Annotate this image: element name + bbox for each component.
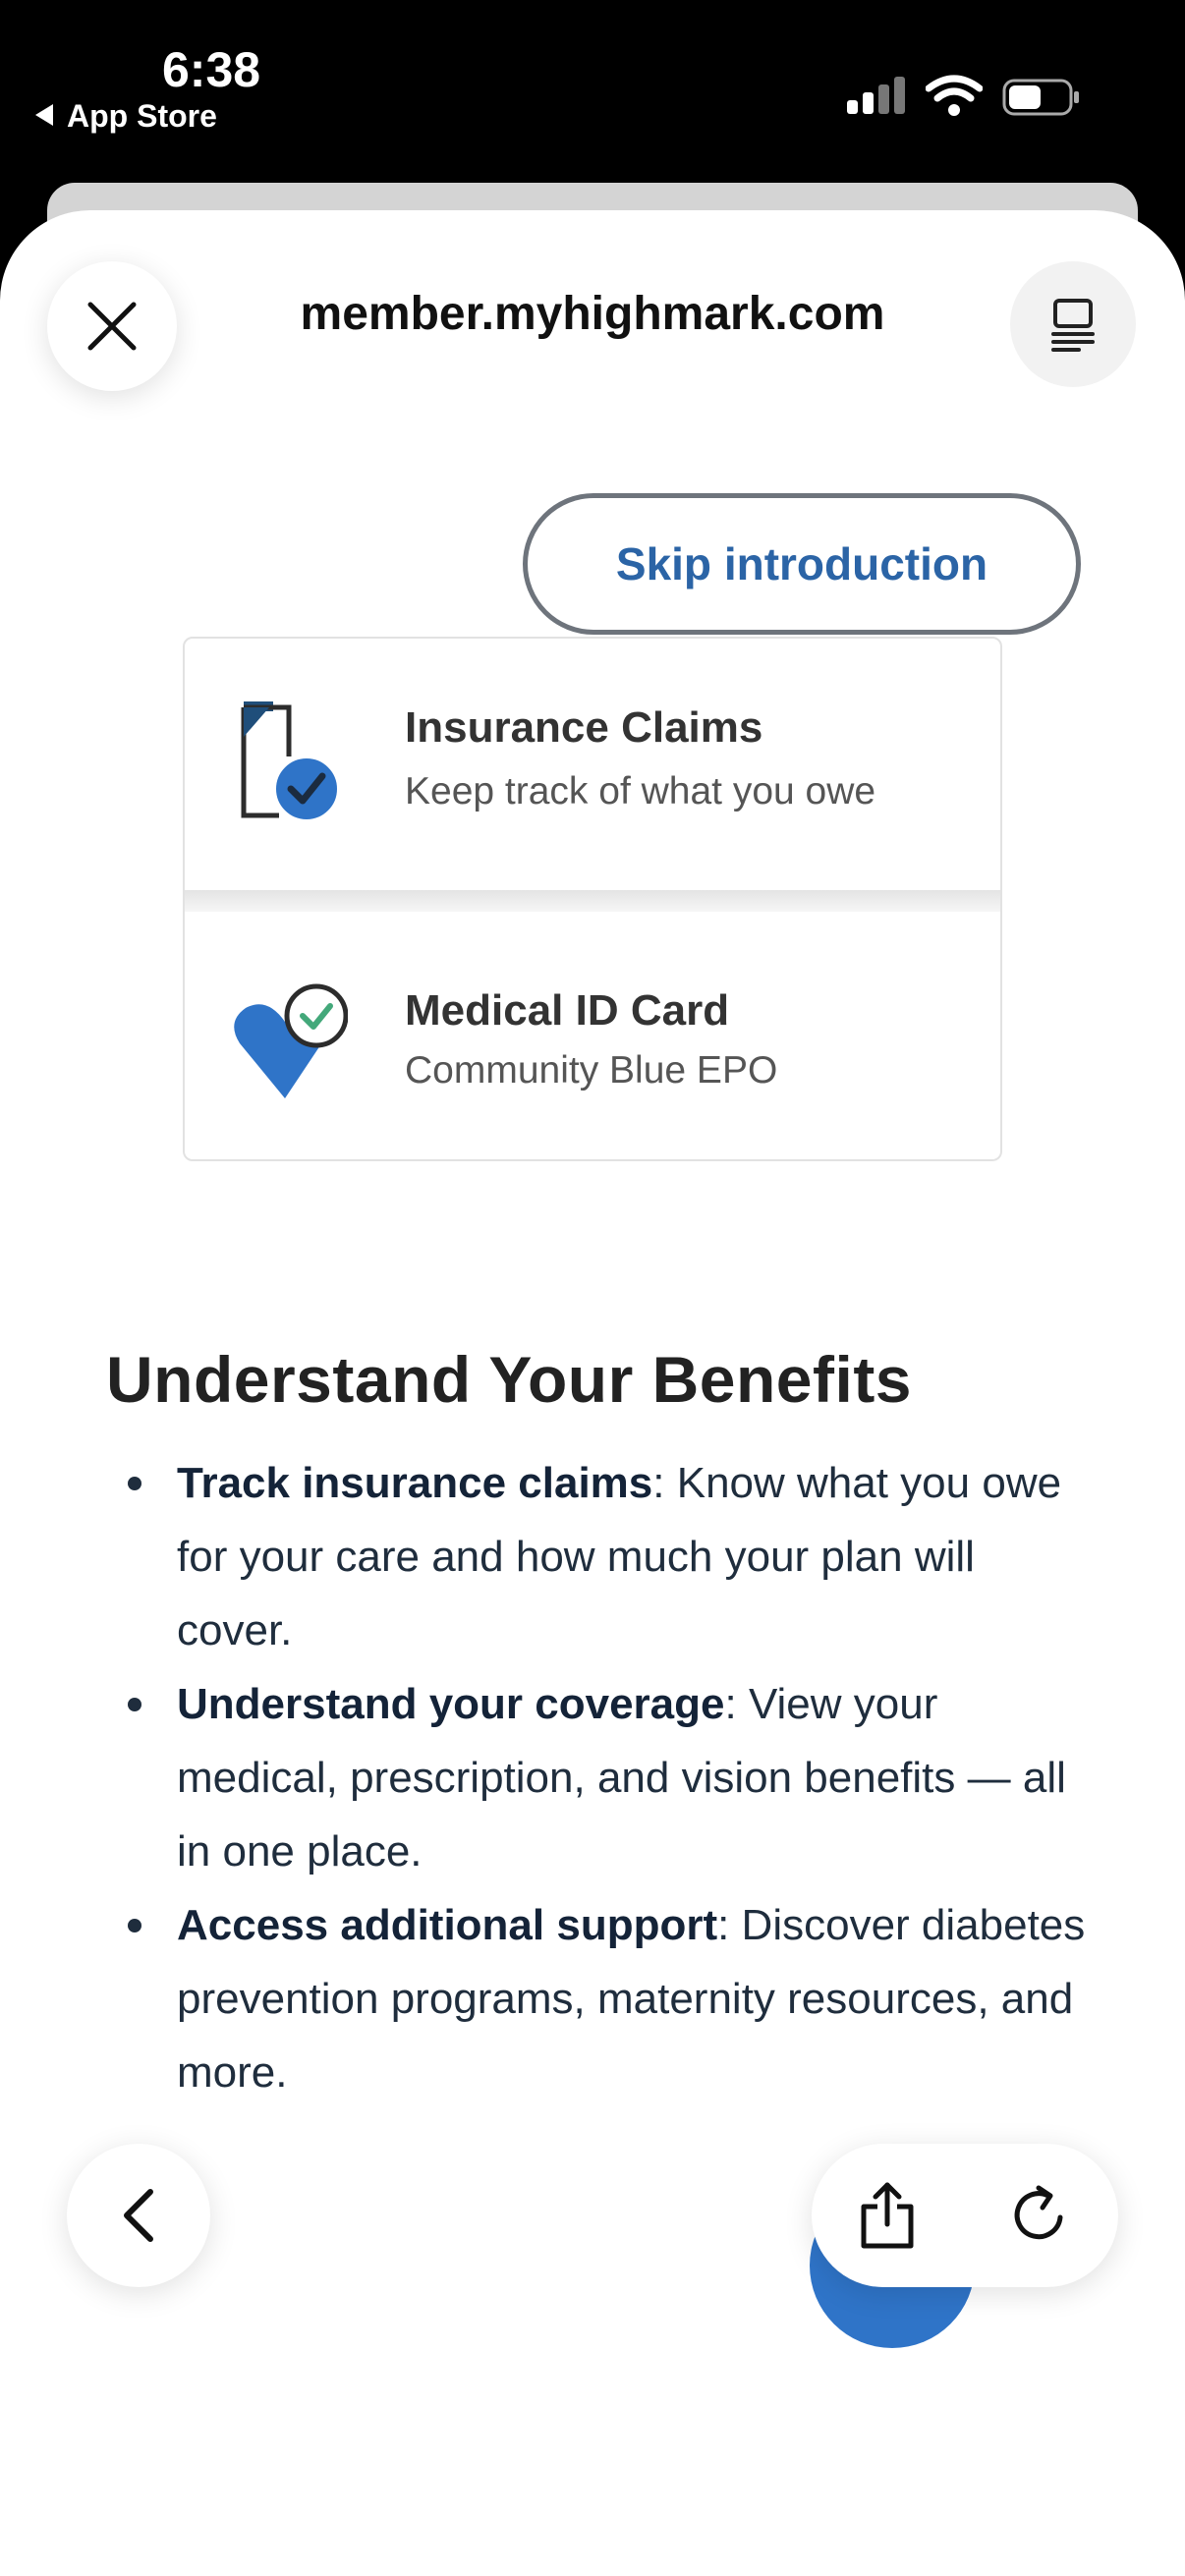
bullet-bold: Access additional support — [177, 1901, 718, 1949]
toolbar-actions — [812, 2144, 1118, 2287]
battery-icon — [1002, 79, 1079, 116]
bullet-dot — [128, 1919, 141, 1932]
back-button[interactable] — [67, 2144, 210, 2287]
back-app-label: App Store — [67, 98, 217, 134]
bullet-dot — [128, 1477, 141, 1490]
page-heading: Understand Your Benefits — [106, 1343, 913, 1416]
share-button[interactable] — [851, 2179, 924, 2252]
bullet-bold: Track insurance claims — [177, 1459, 653, 1507]
cellular-signal-icon — [847, 75, 906, 118]
card-title: Medical ID Card — [405, 986, 730, 1035]
list-item: Track insurance claims: Know what you ow… — [106, 1446, 1089, 1667]
back-triangle-icon — [35, 104, 53, 126]
back-to-app-link[interactable]: App Store — [35, 98, 217, 135]
insurance-claims-card: Insurance Claims Keep track of what you … — [185, 639, 1000, 890]
list-item: Understand your coverage: View your medi… — [106, 1667, 1089, 1888]
chevron-left-icon — [124, 2189, 153, 2242]
bullet-bold: Understand your coverage — [177, 1680, 725, 1728]
claims-document-icon — [241, 701, 341, 823]
skip-introduction-button[interactable]: Skip introduction — [523, 493, 1081, 635]
reload-button[interactable] — [1004, 2179, 1077, 2252]
heart-check-icon — [234, 983, 348, 1098]
medical-id-card: Medical ID Card Community Blue EPO — [185, 912, 1000, 1159]
wifi-icon — [926, 75, 983, 116]
bullet-dot — [128, 1698, 141, 1711]
reader-mode-button[interactable] — [1010, 261, 1136, 387]
card-subtitle: Community Blue EPO — [405, 1049, 778, 1092]
reader-mode-icon — [1051, 299, 1095, 352]
url-label[interactable]: member.myhighmark.com — [0, 287, 1185, 341]
feature-preview-cards: Insurance Claims Keep track of what you … — [183, 637, 1002, 1161]
status-bar: 6:38 App Store — [0, 0, 1185, 187]
card-divider — [185, 890, 1000, 912]
reload-icon — [1014, 2185, 1063, 2240]
status-icons — [847, 75, 1083, 118]
benefits-list: Track insurance claims: Know what you ow… — [106, 1446, 1089, 2109]
status-time: 6:38 — [162, 42, 261, 97]
list-item: Access additional support: Discover diab… — [106, 1888, 1089, 2109]
share-icon — [861, 2182, 914, 2249]
card-subtitle: Keep track of what you owe — [405, 770, 876, 812]
card-title: Insurance Claims — [405, 703, 763, 752]
